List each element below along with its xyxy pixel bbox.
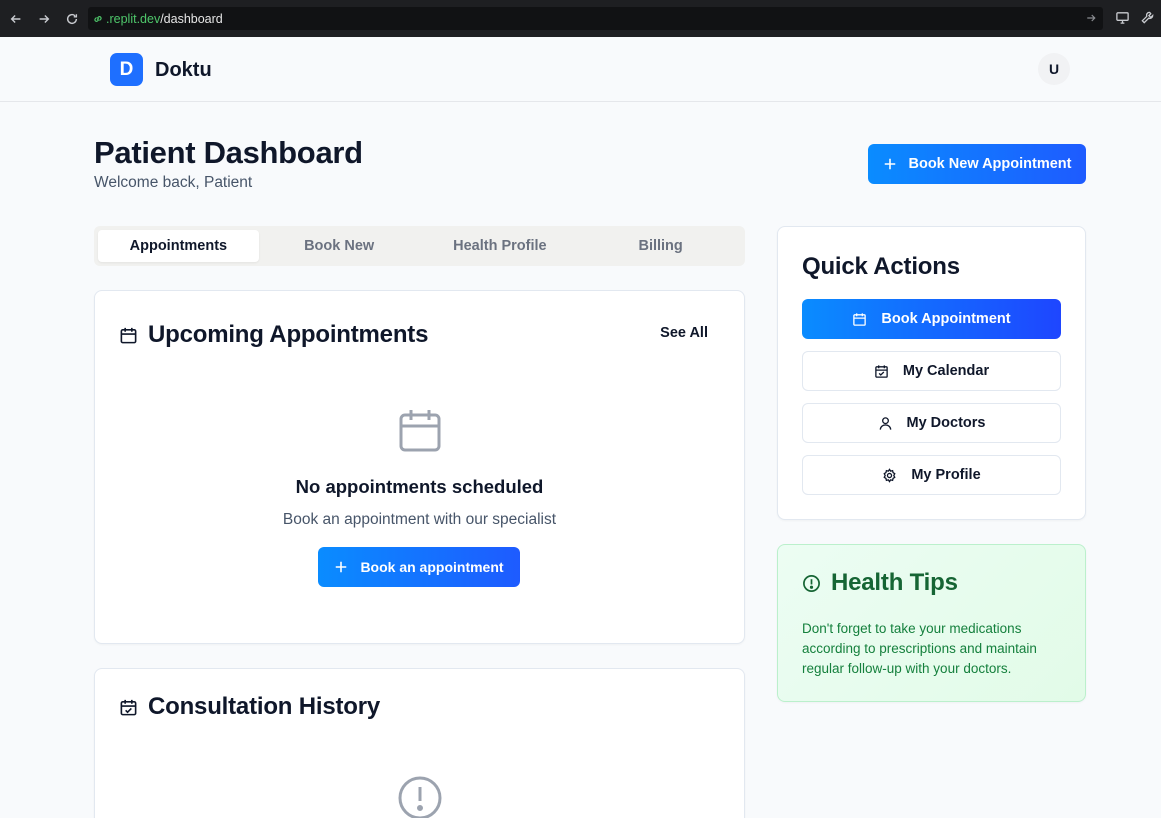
url-domain: .replit.dev: [106, 11, 161, 26]
quick-actions-title: Quick Actions: [802, 253, 960, 280]
quick-book-appointment-label: Book Appointment: [881, 311, 1011, 327]
app-header: D Doktu U: [0, 37, 1161, 102]
plus-icon: [884, 158, 895, 170]
book-an-appointment-button[interactable]: Book an appointment: [318, 547, 520, 587]
wrench-icon[interactable]: [1140, 10, 1155, 25]
tab-appointments[interactable]: Appointments: [98, 230, 259, 262]
my-doctors-label: My Doctors: [906, 415, 986, 431]
consultation-history-title: Consultation History: [148, 693, 381, 720]
user-icon: [879, 416, 891, 430]
my-profile-label: My Profile: [911, 467, 981, 483]
tab-book-new[interactable]: Book New: [259, 230, 420, 262]
calendar-icon: [853, 312, 867, 326]
quick-actions-card: Quick Actions Book Appointment My Calend…: [777, 226, 1086, 520]
empty-state-title: No appointments scheduled: [295, 476, 544, 497]
forward-button[interactable]: [30, 0, 58, 37]
quick-book-appointment-button[interactable]: Book Appointment: [802, 299, 1061, 339]
upcoming-appointments-title: Upcoming Appointments: [148, 321, 429, 348]
my-profile-button[interactable]: My Profile: [802, 455, 1061, 495]
url-path: /dashboard: [160, 11, 223, 26]
browser-toolbar: .replit.dev/dashboard: [0, 0, 1161, 37]
link-icon: [94, 15, 102, 22]
address-bar[interactable]: .replit.dev/dashboard: [88, 7, 1103, 30]
alert-circle-icon: [398, 776, 442, 818]
reload-button[interactable]: [58, 0, 86, 37]
page-title: Patient Dashboard: [94, 135, 363, 170]
consultation-history-heading: Consultation History: [119, 693, 380, 721]
calendar-icon: [399, 410, 441, 452]
my-doctors-button[interactable]: My Doctors: [802, 403, 1061, 443]
avatar[interactable]: U: [1038, 53, 1070, 85]
tab-billing[interactable]: Billing: [580, 230, 741, 262]
page-subtitle: Welcome back, Patient: [94, 174, 253, 191]
plus-icon: [336, 561, 347, 573]
arrow-right-icon: [39, 14, 50, 23]
my-calendar-label: My Calendar: [902, 363, 990, 379]
dashboard-tabs: Appointments Book New Health Profile Bil…: [94, 226, 745, 266]
arrow-right-icon[interactable]: [1085, 12, 1097, 24]
consultation-history-card: Consultation History: [94, 668, 745, 818]
see-all-link[interactable]: See All: [660, 325, 708, 341]
book-new-appointment-button[interactable]: Book New Appointment: [868, 144, 1086, 184]
back-button[interactable]: [2, 0, 30, 37]
logo[interactable]: D: [110, 53, 143, 86]
tab-health-profile[interactable]: Health Profile: [420, 230, 581, 262]
brand-name[interactable]: Doktu: [155, 59, 212, 82]
toolbar-actions: [1115, 10, 1155, 25]
reload-icon: [66, 13, 78, 24]
gear-icon: [883, 467, 896, 483]
upcoming-appointments-heading: Upcoming Appointments: [119, 321, 428, 349]
health-tips-title: Health Tips: [831, 569, 958, 596]
monitor-icon[interactable]: [1115, 10, 1130, 25]
my-calendar-button[interactable]: My Calendar: [802, 351, 1061, 391]
alert-circle-icon: [803, 574, 820, 592]
health-tips-heading: Health Tips: [802, 569, 958, 597]
health-tips-text: Don't forget to take your medications ac…: [802, 621, 1037, 676]
empty-state-subtitle: Book an appointment with our specialist: [282, 511, 557, 528]
arrow-left-icon: [10, 14, 21, 23]
health-tips-card: Health Tips Don't forget to take your me…: [777, 544, 1086, 702]
calendar-check-icon: [875, 364, 888, 378]
book-new-appointment-label: Book New Appointment: [908, 156, 1072, 172]
book-an-appointment-label: Book an appointment: [360, 559, 504, 575]
calendar-icon: [120, 327, 137, 343]
upcoming-appointments-card: Upcoming Appointments See All No appoint…: [94, 290, 745, 644]
calendar-check-icon: [120, 699, 137, 715]
